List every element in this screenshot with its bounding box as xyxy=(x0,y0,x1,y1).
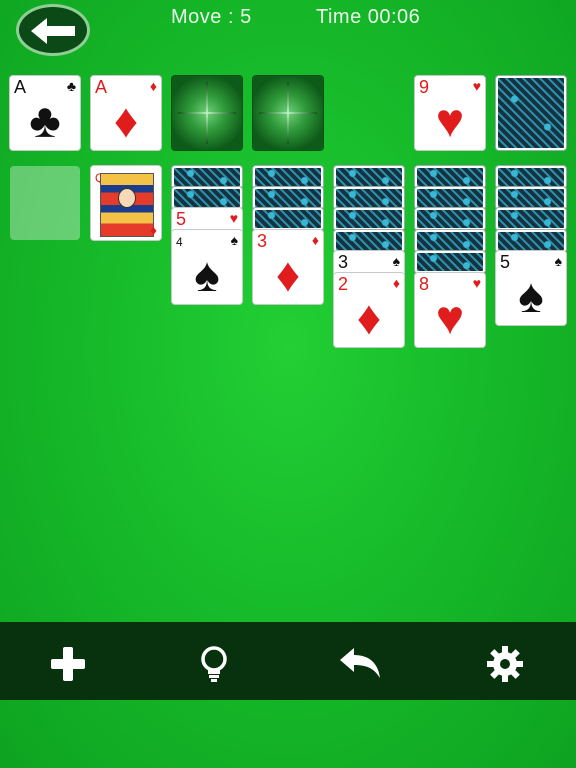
face-down-card xyxy=(253,187,323,209)
card-rank: 3 xyxy=(338,252,349,272)
card-suit-large: ♦ xyxy=(275,249,301,302)
foundation-pile-empty[interactable] xyxy=(253,76,323,150)
new-game-button[interactable] xyxy=(48,644,88,684)
card-rank: 4 xyxy=(176,235,183,249)
hint-button[interactable] xyxy=(194,644,234,684)
face-down-card xyxy=(334,208,404,230)
tableau-card-queen-diamonds[interactable]: Q ♦ xyxy=(91,166,161,240)
card-suit-pip: ♦ xyxy=(392,275,400,291)
face-down-card xyxy=(334,230,404,252)
card-suit-pip: ♥ xyxy=(229,210,238,226)
stock-pile[interactable] xyxy=(496,76,566,150)
tableau-empty-slot[interactable] xyxy=(10,166,80,240)
undo-arrow-icon xyxy=(340,648,380,678)
move-counter: Move : 5 xyxy=(171,6,252,28)
card-suit-pip: ♦ xyxy=(311,232,319,248)
face-down-card xyxy=(253,208,323,230)
tableau-card-3-diamonds[interactable]: 3 ♦ ♦ xyxy=(253,230,323,304)
card-suit-large: ♦ xyxy=(113,95,139,148)
card-rank: 5 xyxy=(176,209,187,229)
foundation-pile-clubs[interactable]: A ♣ ♣ xyxy=(10,76,80,150)
card-rank: 2 xyxy=(338,274,349,294)
face-down-card xyxy=(496,166,566,188)
card-rank: 8 xyxy=(419,274,430,294)
face-down-card xyxy=(334,166,404,188)
left-arrow-icon xyxy=(31,18,75,44)
card-suit-pip: ♦ xyxy=(149,78,157,94)
card-suit-pip: ♦ xyxy=(149,222,157,238)
card-rank: A xyxy=(14,77,27,97)
tableau-card-2-diamonds[interactable]: 2 ♦ ♦ xyxy=(334,273,404,347)
settings-button[interactable] xyxy=(485,644,525,684)
card-rank: A xyxy=(95,77,108,97)
card-suit-large: ♠ xyxy=(518,270,544,323)
waste-pile-card[interactable]: 9 ♥ ♥ xyxy=(415,76,485,150)
card-rank: 9 xyxy=(419,77,430,97)
face-down-card xyxy=(415,251,485,273)
tableau-card-8-hearts[interactable]: 8 ♥ ♥ xyxy=(415,273,485,347)
time-display: Time 00:06 xyxy=(316,6,421,28)
face-down-card xyxy=(496,208,566,230)
lightbulb-icon xyxy=(201,646,227,682)
face-down-card xyxy=(496,187,566,209)
face-down-card xyxy=(172,187,242,209)
tableau-card-4-spades[interactable]: 4 ♠ ♠ xyxy=(172,230,242,304)
card-rank: 3 xyxy=(257,231,268,251)
card-suit-large: ♦ xyxy=(356,292,382,345)
tableau-card-5-spades[interactable]: 5 ♠ ♠ xyxy=(496,251,566,325)
face-down-card xyxy=(415,187,485,209)
gear-icon xyxy=(487,646,523,682)
bottom-toolbar xyxy=(0,622,576,700)
face-down-card xyxy=(415,230,485,252)
face-down-card xyxy=(415,208,485,230)
card-suit-pip: ♣ xyxy=(66,78,76,94)
card-suit-pip: ♥ xyxy=(472,275,481,291)
foundation-pile-diamonds[interactable]: A ♦ ♦ xyxy=(91,76,161,150)
card-suit-pip: ♠ xyxy=(392,253,400,269)
card-suit-pip: ♠ xyxy=(230,232,238,248)
face-down-card xyxy=(415,166,485,188)
card-suit-large: ♣ xyxy=(29,95,61,148)
card-suit-large: ♥ xyxy=(435,95,465,148)
queen-face-art xyxy=(100,173,154,237)
card-suit-pip: ♠ xyxy=(554,253,562,269)
card-suit-pip: ♥ xyxy=(472,78,481,94)
plus-icon xyxy=(51,647,85,681)
face-down-card xyxy=(334,187,404,209)
face-down-card xyxy=(253,166,323,188)
back-button[interactable] xyxy=(16,4,90,56)
card-suit-large: ♠ xyxy=(194,249,220,302)
face-down-card xyxy=(172,166,242,188)
header-bar: Move : 5 Time 00:06 xyxy=(0,0,576,56)
foundation-pile-empty[interactable] xyxy=(172,76,242,150)
card-suit-large: ♥ xyxy=(435,292,465,345)
face-down-card xyxy=(496,230,566,252)
card-rank: 5 xyxy=(500,252,511,272)
undo-button[interactable] xyxy=(338,644,380,684)
